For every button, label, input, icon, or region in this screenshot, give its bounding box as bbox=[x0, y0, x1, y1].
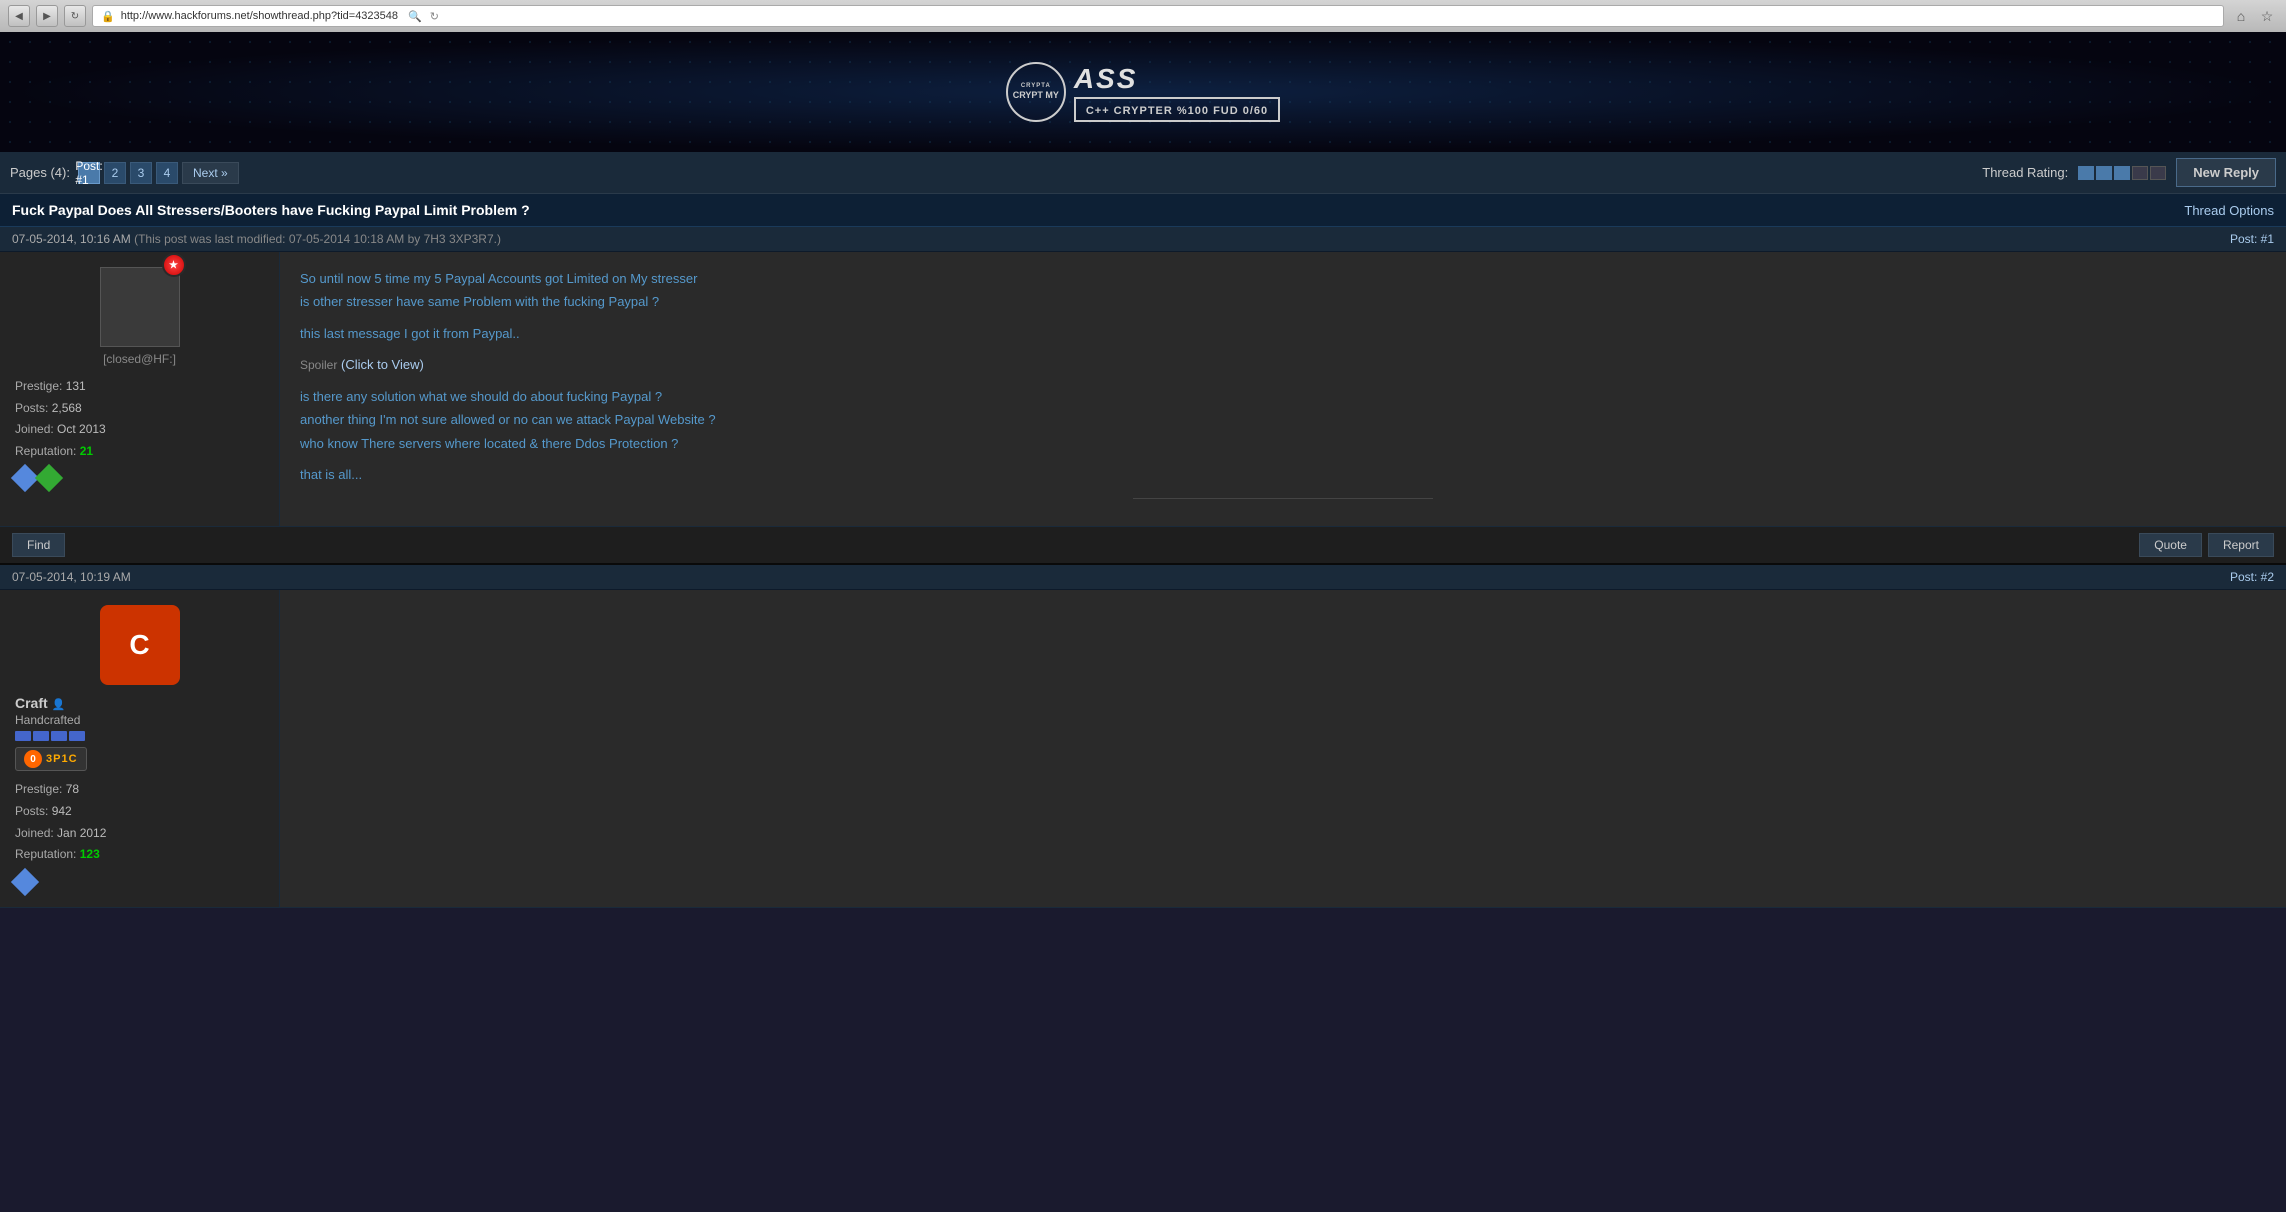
quote-button[interactable]: Quote bbox=[2139, 533, 2202, 557]
page-4-button[interactable]: 4 bbox=[156, 162, 178, 184]
rank-bar-3 bbox=[51, 731, 67, 741]
post-2-stats: Prestige: 78 Posts: 942 Joined: Jan 2012… bbox=[15, 779, 264, 865]
forward-button[interactable]: ▶ bbox=[36, 5, 58, 27]
post-2-badges bbox=[15, 872, 264, 892]
rank-bar-2 bbox=[33, 731, 49, 741]
post-divider bbox=[1133, 498, 1433, 499]
post-2-avatar: C bbox=[100, 605, 180, 685]
post-1-username: [closed@HF:] bbox=[103, 352, 176, 366]
post-1-posts: Posts: 2,568 bbox=[15, 398, 264, 420]
thread-rating-label: Thread Rating: bbox=[1982, 165, 2068, 180]
back-button[interactable]: ◀ bbox=[8, 5, 30, 27]
badge-diamond-blue2 bbox=[11, 868, 39, 896]
post-1-text: So until now 5 time my 5 Paypal Accounts… bbox=[300, 267, 2266, 486]
post-text-line-4: that is all... bbox=[300, 463, 2266, 486]
epic-label: 3P1C bbox=[46, 753, 78, 765]
post-1-badges bbox=[15, 468, 264, 488]
banner-subtitle-box: C++ CRYPTER %100 FUD 0/60 bbox=[1074, 97, 1280, 122]
post-1-joined: Joined: Oct 2013 bbox=[15, 419, 264, 441]
post-2-reputation: Reputation: 123 bbox=[15, 844, 264, 866]
banner-circle-logo: CRYPTA CRYPT MY bbox=[1006, 62, 1066, 122]
banner-title: ASS bbox=[1074, 63, 1138, 95]
post-2-num: Post: #2 bbox=[2230, 570, 2274, 584]
spoiler-label: Spoiler bbox=[300, 358, 337, 372]
refresh-button[interactable]: ↻ bbox=[64, 5, 86, 27]
post-1-container: 07-05-2014, 10:16 AM (This post was last… bbox=[0, 227, 2286, 565]
online-icon: 👤 bbox=[52, 698, 66, 711]
post-2-user-col: C Craft 👤 Handcrafted 0 3P1C bbox=[0, 590, 280, 906]
banner-area: CRYPTA CRYPT MY ASS C++ CRYPTER %100 FUD… bbox=[0, 32, 2286, 152]
post-2-header: 07-05-2014, 10:19 AM Post: #2 bbox=[0, 565, 2286, 590]
post-2-date: 07-05-2014, 10:19 AM bbox=[12, 570, 131, 584]
post-1-modified: (This post was last modified: 07-05-2014… bbox=[134, 232, 501, 246]
post-1-reputation: Reputation: 21 bbox=[15, 441, 264, 463]
home-icon[interactable]: ⌂ bbox=[2230, 5, 2252, 27]
banner-subtitle-text: C++ CRYPTER %100 FUD 0/60 bbox=[1086, 105, 1268, 117]
banner-text-area: ASS C++ CRYPTER %100 FUD 0/60 bbox=[1074, 63, 1280, 122]
star-1 bbox=[2078, 166, 2094, 180]
star-5 bbox=[2150, 166, 2166, 180]
star-4 bbox=[2132, 166, 2148, 180]
post-1-avatar-area: ★ [closed@HF:] bbox=[15, 267, 264, 366]
post-2-prestige: Prestige: 78 bbox=[15, 779, 264, 801]
star-3 bbox=[2114, 166, 2130, 180]
thread-options-button[interactable]: Thread Options bbox=[2184, 203, 2274, 218]
post-text-line-2: this last message I got it from Paypal.. bbox=[300, 322, 2266, 345]
page-3-button[interactable]: 3 bbox=[130, 162, 152, 184]
find-button[interactable]: Find bbox=[12, 533, 65, 557]
star-icon[interactable]: ☆ bbox=[2256, 5, 2278, 27]
page-2-button[interactable]: 2 bbox=[104, 162, 126, 184]
post-2-container: 07-05-2014, 10:19 AM Post: #2 C Craft 👤 … bbox=[0, 565, 2286, 907]
pages-label: Pages (4): bbox=[10, 165, 70, 180]
thread-title-bar: Fuck Paypal Does All Stressers/Booters h… bbox=[0, 194, 2286, 227]
post-1-actions: Find Quote Report bbox=[0, 527, 2286, 565]
post-2-body: C Craft 👤 Handcrafted 0 3P1C bbox=[0, 590, 2286, 907]
rating-stars bbox=[2078, 166, 2166, 180]
post-1-content: So until now 5 time my 5 Paypal Accounts… bbox=[280, 252, 2286, 526]
rank-bar-4 bbox=[69, 731, 85, 741]
post-2-rank: Handcrafted bbox=[15, 713, 264, 727]
post-1-body: ★ [closed@HF:] Prestige: 131 Posts: 2,56… bbox=[0, 252, 2286, 527]
post-1-avatar-badge: ★ bbox=[162, 253, 186, 277]
post-1-avatar bbox=[100, 267, 180, 347]
banner-logo: CRYPTA CRYPT MY ASS C++ CRYPTER %100 FUD… bbox=[1006, 62, 1280, 122]
post-text-line-1: So until now 5 time my 5 Paypal Accounts… bbox=[300, 267, 2266, 314]
post-1-stats: Prestige: 131 Posts: 2,568 Joined: Oct 2… bbox=[15, 376, 264, 462]
badge-diamond-green bbox=[35, 464, 63, 492]
post-spoiler: Spoiler (Click to View) bbox=[300, 353, 2266, 377]
nav-bar: Pages (4): Post: #1 2 3 4 Next » Thread … bbox=[0, 152, 2286, 194]
star-2 bbox=[2096, 166, 2112, 180]
browser-chrome: ◀ ▶ ↻ 🔒 http://www.hackforums.net/showth… bbox=[0, 0, 2286, 32]
pages-nav: Pages (4): Post: #1 2 3 4 Next » bbox=[10, 162, 239, 184]
post-2-posts: Posts: 942 bbox=[15, 801, 264, 823]
post-2-avatar-area: C bbox=[15, 605, 264, 685]
spoiler-link[interactable]: (Click to View) bbox=[341, 357, 424, 372]
rank-bar-1 bbox=[15, 731, 31, 741]
post-1-header: 07-05-2014, 10:16 AM (This post was last… bbox=[0, 227, 2286, 252]
epic-num: 0 bbox=[24, 750, 42, 768]
post-1-date: 07-05-2014, 10:16 AM (This post was last… bbox=[12, 232, 501, 246]
craft-letter: C bbox=[129, 629, 149, 661]
banner-circle-logo-inner: CRYPTA CRYPT MY bbox=[1013, 83, 1059, 101]
new-reply-button[interactable]: New Reply bbox=[2176, 158, 2276, 187]
next-page-button[interactable]: Next » bbox=[182, 162, 239, 184]
rank-bars bbox=[15, 731, 264, 741]
post-1-user-col: ★ [closed@HF:] Prestige: 131 Posts: 2,56… bbox=[0, 252, 280, 526]
post-2-joined: Joined: Jan 2012 bbox=[15, 823, 264, 845]
browser-right-icons: ⌂ ☆ bbox=[2230, 5, 2278, 27]
nav-right: Thread Rating: New Reply bbox=[1982, 158, 2276, 187]
page-1-button[interactable]: Post: #1 bbox=[78, 162, 100, 184]
epic-badge: 0 3P1C bbox=[15, 747, 87, 771]
post-1-num: Post: #1 bbox=[2230, 232, 2274, 246]
url-text: http://www.hackforums.net/showthread.php… bbox=[121, 10, 398, 22]
post-2-content bbox=[280, 590, 2286, 906]
address-bar[interactable]: 🔒 http://www.hackforums.net/showthread.p… bbox=[92, 5, 2224, 27]
post-text-line-3: is there any solution what we should do … bbox=[300, 385, 2266, 455]
banner-content: CRYPTA CRYPT MY ASS C++ CRYPTER %100 FUD… bbox=[1006, 62, 1280, 122]
thread-title: Fuck Paypal Does All Stressers/Booters h… bbox=[12, 202, 530, 218]
post-1-prestige: Prestige: 131 bbox=[15, 376, 264, 398]
post-2-username: Craft bbox=[15, 695, 48, 711]
report-button[interactable]: Report bbox=[2208, 533, 2274, 557]
post-1-right-actions: Quote Report bbox=[2139, 533, 2274, 557]
